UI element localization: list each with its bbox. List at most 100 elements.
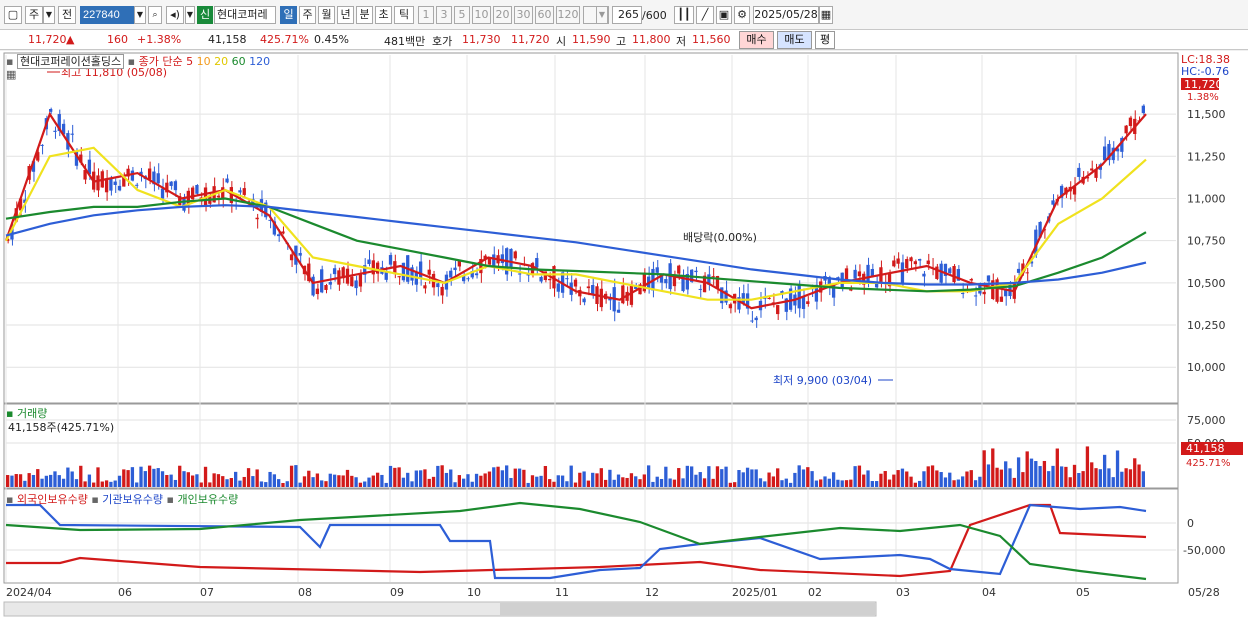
num-tab-120[interactable]: 120 [556, 6, 580, 24]
volume-bar [229, 478, 233, 487]
candle-body [436, 283, 440, 288]
chevron-down-icon[interactable]: ▼ [43, 6, 55, 24]
volume-bar [375, 472, 380, 487]
candle-body [130, 170, 135, 181]
stock-legend-name: 현대코퍼레이션홀딩스 [16, 54, 125, 69]
bar-count-total: /600 [642, 9, 667, 22]
num-tab-1[interactable]: 1 [418, 6, 434, 24]
volume-bar [109, 481, 113, 487]
candle-body [182, 197, 186, 211]
gear-icon[interactable]: ⚙ [734, 6, 750, 24]
bar-count-input[interactable]: 265 [612, 6, 642, 24]
search-icon[interactable]: ⌕ [148, 6, 162, 24]
volume-bar [608, 469, 612, 487]
date-input[interactable]: 2025/05/28 [753, 6, 819, 24]
candle-body [423, 285, 427, 289]
draw-tool-icon[interactable]: ╱ [696, 6, 714, 24]
volume-bar [246, 468, 251, 487]
num-tab-3[interactable]: 3 [436, 6, 452, 24]
speaker-icon[interactable]: ◂) [166, 6, 184, 24]
speaker-dropdown-icon[interactable]: ▼ [185, 6, 195, 24]
candle-body [767, 297, 771, 299]
volume-bar [784, 478, 788, 487]
candle-body [113, 181, 117, 185]
volume-bar [651, 481, 655, 487]
candle-body [909, 257, 913, 262]
candle-body [440, 286, 444, 296]
volume-bar [733, 482, 737, 487]
number-dropdown-icon[interactable]: ▼ [596, 6, 608, 24]
buy-button[interactable]: 매수 [739, 31, 774, 49]
tab-day[interactable]: 일 [280, 6, 297, 24]
tab-year[interactable]: 년 [337, 6, 354, 24]
calendar-icon[interactable]: ▦ [819, 6, 833, 24]
stock-code-input[interactable] [80, 6, 134, 24]
volume-bar [603, 479, 608, 487]
volume-bar [380, 474, 384, 487]
table-icon[interactable]: ▦ [6, 68, 16, 81]
volume-bar [1055, 448, 1059, 487]
sell-button[interactable]: 매도 [777, 31, 812, 49]
volume-bar [221, 476, 225, 487]
price-tick-label: 11,500 [1187, 108, 1226, 121]
candle-body [905, 259, 909, 269]
volume-bar [681, 478, 685, 487]
tab-month[interactable]: 월 [318, 6, 335, 24]
volume-bar [874, 481, 879, 487]
volume-bar [40, 478, 44, 487]
volume-bar [573, 482, 578, 487]
menu-icon[interactable]: ▪ [6, 55, 13, 68]
candle-body [358, 273, 363, 287]
volume-bar [892, 474, 896, 487]
volume-bar [909, 476, 913, 487]
window-icon[interactable]: ▢ [4, 6, 22, 24]
candle-icon[interactable]: ┃┃ [674, 6, 694, 24]
num-tab-20[interactable]: 20 [493, 6, 512, 24]
num-tab-30[interactable]: 30 [514, 6, 533, 24]
volume-bar [952, 480, 956, 487]
volume-bar [922, 471, 926, 487]
volume-bar [1141, 471, 1145, 487]
candle-body [457, 260, 461, 267]
candle-body [1051, 200, 1055, 205]
date-tick-label: 04 [982, 586, 996, 599]
volume-bar [582, 471, 586, 487]
num-tab-5[interactable]: 5 [454, 6, 470, 24]
volume-bar [130, 467, 135, 487]
num-tab-60[interactable]: 60 [535, 6, 554, 24]
volume-bar [277, 479, 281, 487]
candle-body [225, 178, 229, 183]
candle-body [255, 217, 259, 220]
volume-bar [96, 467, 100, 487]
volume-bar [517, 468, 522, 487]
volume-pct-tag: 425.71% [1186, 458, 1231, 469]
candle-body [969, 279, 973, 281]
volume-bar [169, 474, 173, 487]
volume-bar [1016, 457, 1021, 487]
prev-button[interactable]: 전 [58, 6, 76, 24]
candle-body [565, 278, 569, 280]
volume-bar [560, 475, 565, 487]
volume-bar [242, 476, 246, 487]
volume-bar [397, 467, 401, 487]
tab-second[interactable]: 초 [375, 6, 392, 24]
volume-bar [298, 482, 302, 487]
save-icon[interactable]: ▣ [716, 6, 732, 24]
scrollbar-thumb[interactable] [500, 603, 876, 615]
tab-tick[interactable]: 틱 [394, 6, 414, 24]
volume-bar [793, 472, 797, 487]
volume-bar [591, 472, 595, 487]
volume-bar [6, 475, 10, 487]
tab-minute[interactable]: 분 [356, 6, 373, 24]
volume-bar [57, 475, 61, 487]
num-tab-10[interactable]: 10 [472, 6, 491, 24]
tab-week[interactable]: 주 [299, 6, 316, 24]
avg-button[interactable]: 평 [815, 31, 835, 49]
volume-bar [500, 470, 505, 487]
candle-body [492, 254, 496, 267]
period-select[interactable]: 주 [25, 6, 43, 24]
code-dropdown-icon[interactable]: ▼ [134, 6, 146, 24]
candle-body [677, 265, 681, 274]
volume-bar [418, 470, 423, 487]
candle-body [655, 267, 659, 273]
